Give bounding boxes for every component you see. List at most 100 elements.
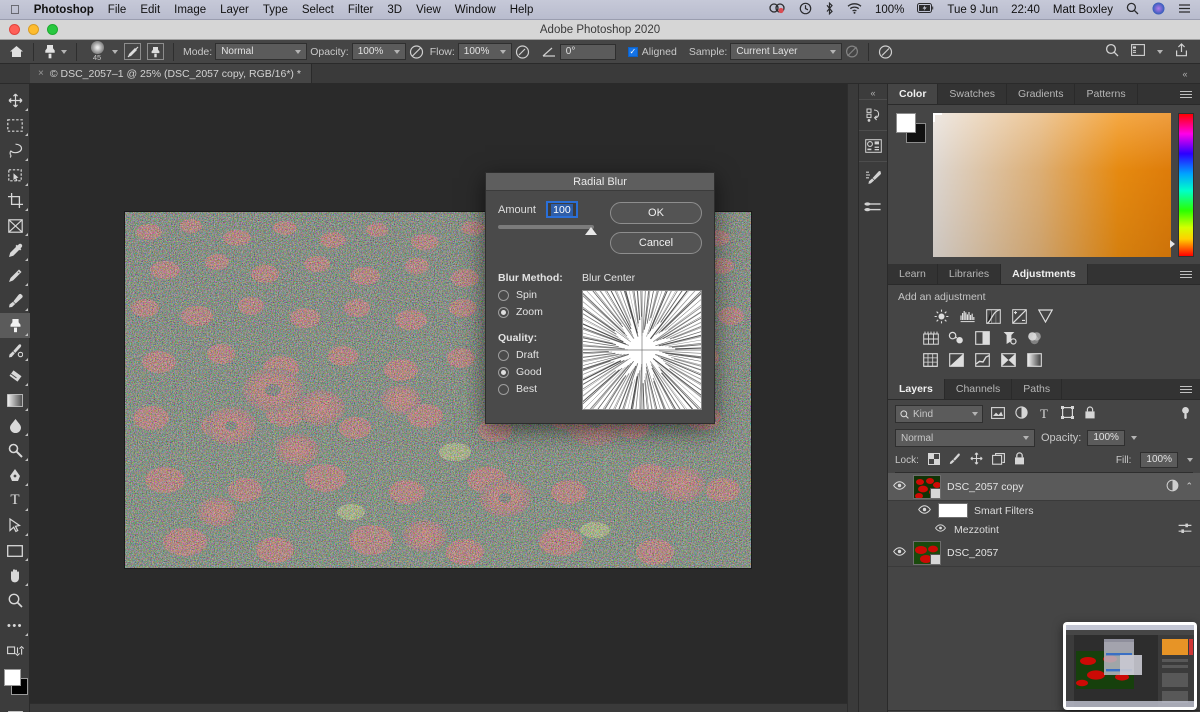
- color-ramp-picker[interactable]: [933, 113, 1171, 257]
- tool-zoom-tool[interactable]: [0, 588, 30, 613]
- cancel-button[interactable]: Cancel: [610, 232, 702, 254]
- tab-paths[interactable]: Paths: [1012, 379, 1063, 399]
- menu-item-help[interactable]: Help: [510, 4, 534, 16]
- radial-blur-dialog[interactable]: Radial Blur Amount 100 OK Cancel Blur Me…: [485, 172, 715, 424]
- blur-method-spin-radio[interactable]: Spin: [498, 289, 580, 301]
- bluetooth-icon[interactable]: [825, 1, 834, 18]
- amount-slider-thumb[interactable]: [585, 227, 597, 235]
- tool-hand-tool[interactable]: [0, 563, 30, 588]
- tool-spot-healing-tool[interactable]: [0, 263, 30, 288]
- menubar-username[interactable]: Matt Boxley: [1053, 4, 1113, 16]
- tab-gradients[interactable]: Gradients: [1006, 84, 1076, 104]
- blend-mode-select[interactable]: Normal: [215, 43, 308, 60]
- tool-path-selection-tool[interactable]: [0, 513, 30, 538]
- menu-item-view[interactable]: View: [416, 4, 441, 16]
- adjustments-panel-menu-button[interactable]: [1172, 264, 1200, 284]
- amount-slider[interactable]: [498, 225, 597, 235]
- vibrance-icon[interactable]: [1037, 308, 1054, 324]
- tab-color[interactable]: Color: [888, 84, 939, 104]
- tab-adjustments[interactable]: Adjustments: [1001, 264, 1088, 284]
- menu-item-type[interactable]: Type: [263, 4, 288, 16]
- tool-brush-tool[interactable]: [0, 288, 30, 313]
- clone-source-button[interactable]: [144, 42, 167, 62]
- color-panel-menu-button[interactable]: [1172, 84, 1200, 104]
- brush-preset-caret-icon[interactable]: [112, 49, 118, 54]
- lock-transparency-icon[interactable]: [927, 452, 940, 468]
- menu-item-image[interactable]: Image: [174, 4, 206, 16]
- tool-move-tool[interactable]: [0, 88, 30, 113]
- lock-image-icon[interactable]: [949, 453, 961, 468]
- siri-icon[interactable]: [1152, 2, 1165, 18]
- close-icon[interactable]: ×: [38, 68, 44, 79]
- layer-name[interactable]: DSC_2057 copy: [947, 481, 1023, 493]
- pixel-filter-icon[interactable]: [990, 406, 1006, 422]
- exposure-icon[interactable]: [1011, 308, 1028, 324]
- layer-blend-mode-select[interactable]: Normal: [895, 429, 1035, 447]
- canvas-area[interactable]: 25% 6000 px x 3375 px (240 ppi) ›: [30, 84, 858, 712]
- flow-field[interactable]: 100%: [457, 43, 512, 60]
- sample-select[interactable]: Current Layer: [730, 43, 843, 60]
- spotlight-icon[interactable]: [1126, 2, 1139, 18]
- adjustment-filter-icon[interactable]: [1013, 406, 1029, 422]
- chevron-down-icon-7[interactable]: [1130, 436, 1137, 440]
- color-balance-icon[interactable]: [948, 330, 965, 346]
- tool-eraser-tool[interactable]: [0, 363, 30, 388]
- canvas-horizontal-scrollbar[interactable]: [30, 703, 847, 712]
- time-machine-icon[interactable]: [799, 2, 812, 18]
- lock-artboard-icon[interactable]: [991, 452, 1005, 468]
- pressure-opacity-toggle[interactable]: [406, 42, 427, 62]
- ignore-adjustment-layers-toggle[interactable]: [842, 42, 862, 62]
- layer-visibility-toggle-2[interactable]: [891, 546, 907, 559]
- layer-opacity-value[interactable]: 100%: [1087, 430, 1125, 446]
- apple-logo-icon[interactable]: : [10, 3, 20, 16]
- layers-panel-menu-button[interactable]: [1172, 379, 1200, 399]
- tool-object-selection-tool[interactable]: [0, 163, 30, 188]
- tool-frame-tool[interactable]: [0, 213, 30, 238]
- menu-item-file[interactable]: File: [108, 4, 127, 16]
- layer-filter-kind-select[interactable]: Kind: [895, 405, 983, 423]
- shape-filter-icon[interactable]: [1059, 406, 1075, 422]
- tool-dodge-tool[interactable]: [0, 438, 30, 463]
- share-icon[interactable]: [1175, 43, 1188, 60]
- hue-strip[interactable]: [1170, 113, 1194, 257]
- tab-channels[interactable]: Channels: [944, 379, 1013, 399]
- layer-filter-toggle[interactable]: [1177, 406, 1193, 423]
- type-filter-icon[interactable]: T: [1036, 406, 1052, 422]
- chevron-down-icon-8[interactable]: [1187, 458, 1193, 462]
- tool-more-tools[interactable]: •••: [0, 613, 30, 638]
- tool-history-brush-tool[interactable]: [0, 338, 30, 363]
- levels-icon[interactable]: [959, 308, 976, 324]
- filter-mask-thumbnail[interactable]: [938, 503, 968, 518]
- foreground-background-color-swatches[interactable]: [0, 667, 30, 699]
- tool-preset-caret-icon[interactable]: [61, 49, 67, 54]
- ok-button[interactable]: OK: [610, 202, 702, 224]
- foreground-color-swatch[interactable]: [4, 669, 21, 686]
- smart-filters-visibility-toggle[interactable]: [916, 504, 932, 517]
- lock-all-icon[interactable]: [1014, 452, 1025, 468]
- wifi-icon[interactable]: [847, 2, 862, 17]
- screen-record-icon[interactable]: [769, 2, 786, 17]
- gradient-map-icon[interactable]: [1026, 352, 1043, 368]
- brush-angle-control[interactable]: 0°: [539, 42, 619, 62]
- tool-clone-stamp-tool[interactable]: [0, 313, 30, 338]
- layer-thumbnail-2[interactable]: [913, 540, 941, 565]
- posterize-icon[interactable]: [974, 352, 991, 368]
- tool-rectangle-tool[interactable]: [0, 538, 30, 563]
- tool-blur-tool[interactable]: [0, 413, 30, 438]
- smart-filters-row[interactable]: Smart Filters: [888, 501, 1200, 520]
- tool-gradient-tool[interactable]: [0, 388, 30, 413]
- blur-method-zoom-radio[interactable]: Zoom: [498, 306, 580, 318]
- layer-visibility-toggle[interactable]: [891, 480, 907, 493]
- dock-collapse-button[interactable]: «: [859, 86, 887, 99]
- quality-good-radio[interactable]: Good: [498, 366, 580, 378]
- menu-item-3d[interactable]: 3D: [387, 4, 402, 16]
- blur-center-preview[interactable]: [582, 290, 702, 410]
- quick-mask-button[interactable]: [0, 705, 30, 712]
- color-panel-foreground-swatch[interactable]: [896, 113, 916, 133]
- home-button[interactable]: [6, 42, 27, 62]
- hue-saturation-icon[interactable]: [922, 330, 939, 346]
- mezzotint-filter-row[interactable]: Mezzotint: [888, 520, 1200, 539]
- tab-layers[interactable]: Layers: [888, 379, 945, 399]
- tool-crop-tool[interactable]: [0, 188, 30, 213]
- photo-filter-icon[interactable]: [1000, 330, 1017, 346]
